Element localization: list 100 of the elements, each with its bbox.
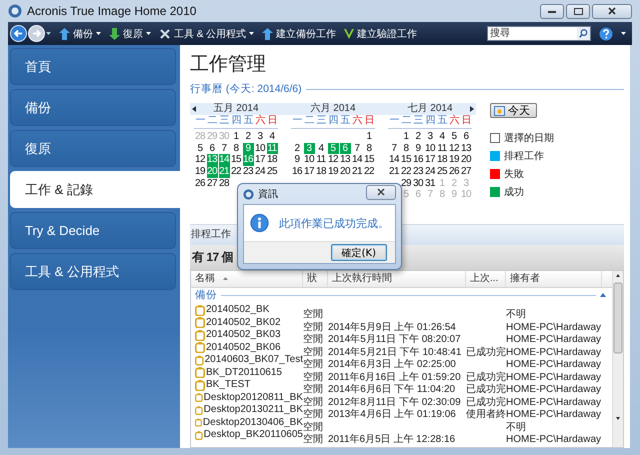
job-name[interactable]: Desktop_BK20110605 [204,429,303,442]
calendar-day[interactable]: 14 [351,154,363,166]
calendar-day[interactable]: 19 [194,166,206,178]
collapse-icon[interactable] [600,293,606,297]
calendar-day[interactable]: 13 [339,154,351,166]
calendar-day[interactable]: 3 [424,131,436,143]
sidebar-item[interactable]: 工具 & 公用程式 [10,253,176,290]
calendar-day[interactable]: 13 [460,142,472,154]
calendar-day[interactable]: 17 [254,154,266,166]
calendar-day[interactable]: 4 [266,131,278,143]
calendar-day[interactable]: 29 [400,178,412,190]
calendar-day[interactable]: 7 [218,142,230,154]
calendar-day[interactable]: 15 [363,154,375,166]
calendar-day[interactable]: 6 [460,131,472,143]
calendar-day[interactable]: 25 [266,166,278,178]
calendar-day[interactable]: 1 [400,131,412,143]
job-name[interactable]: Desktop20120811_BK [204,392,303,404]
calendar-day[interactable]: 26 [448,166,460,178]
calendar-day[interactable]: 8 [230,142,242,154]
calendar-day[interactable]: 12 [327,154,339,166]
job-name[interactable]: 20140502_BK03 [206,329,281,342]
calendar-day[interactable]: 10 [254,142,266,154]
column-header[interactable]: 名稱 [191,271,303,287]
calendar-day[interactable]: 24 [424,166,436,178]
calendar-day[interactable]: 18 [266,154,278,166]
calendar-day[interactable]: 9 [291,154,303,166]
job-name[interactable]: Desktop20130211_BK [204,404,303,416]
tab[interactable]: 排程工作 [190,225,232,245]
job-name[interactable]: 20140502_BK02 [206,316,281,329]
calendar-day[interactable]: 26 [194,178,206,190]
calendar-day[interactable]: 2 [242,131,254,143]
job-name[interactable]: 20140502_BK [206,304,270,316]
column-header[interactable]: 擁有者 [506,271,602,287]
calendar-day[interactable]: 23 [242,166,254,178]
calendar-day[interactable]: 5 [448,131,460,143]
caret-icon[interactable] [621,32,626,35]
calendar-day[interactable]: 23 [412,166,424,178]
calendar-day[interactable]: 10 [303,154,315,166]
calendar-day[interactable]: 7 [351,142,363,154]
calendar-day[interactable]: 10 [424,142,436,154]
forward-button[interactable] [28,25,45,42]
toolbar-button[interactable]: 建立驗證工作 [344,26,418,40]
calendar-day[interactable]: 18 [436,154,448,166]
calendar-day[interactable]: 9 [412,142,424,154]
calendar-day[interactable]: 11 [315,154,327,166]
calendar-day[interactable]: 27 [460,166,472,178]
calendar-day[interactable]: 22 [363,166,375,178]
dropdown-arrow-icon[interactable] [46,32,51,35]
calendar-day[interactable]: 15 [400,154,412,166]
close-button[interactable] [366,184,396,200]
calendar-day[interactable]: 5 [194,142,206,154]
close-button[interactable] [592,4,632,18]
previous-arrow-icon[interactable] [192,106,196,112]
calendar-day[interactable]: 12 [194,154,206,166]
calendar-day[interactable]: 3 [254,131,266,143]
today-button[interactable]: 今天 [490,103,537,118]
calendar-day[interactable]: 20 [339,166,351,178]
calendar-day[interactable]: 19 [327,166,339,178]
calendar-day[interactable]: 16 [412,154,424,166]
calendar-day[interactable]: 20 [460,154,472,166]
job-name[interactable]: 20140603_BK07_Test [204,354,303,366]
sidebar-item[interactable]: Try & Decide [10,212,176,249]
back-button[interactable] [10,25,27,42]
calendar-day[interactable]: 22 [230,166,242,178]
column-header[interactable]: 上次執行時間 [328,271,466,287]
help-icon[interactable] [599,26,613,40]
calendar-day[interactable]: 28 [218,178,230,190]
calendar-day[interactable]: 14 [388,154,400,166]
calendar-day[interactable]: 15 [230,154,242,166]
calendar-day[interactable]: 24 [254,166,266,178]
next-arrow-icon[interactable] [470,106,474,112]
menu-button[interactable]: 復原 [109,26,151,40]
calendar-day[interactable]: 1 [230,131,242,143]
calendar-day[interactable]: 18 [315,166,327,178]
calendar-day[interactable]: 4 [315,142,327,154]
menu-button[interactable]: 備份 [59,26,101,40]
job-name[interactable]: BK_DT20110615 [206,366,282,379]
menu-button[interactable]: 工具 & 公用程式 [159,26,254,40]
calendar-day[interactable]: 6 [206,142,218,154]
maximize-button[interactable] [566,4,590,18]
scrollbar[interactable] [612,271,623,447]
job-name[interactable]: 20140502_BK06 [206,342,281,354]
toolbar-button[interactable]: 建立備份工作 [262,26,336,40]
calendar-day[interactable]: 17 [303,166,315,178]
calendar-day[interactable]: 11 [436,142,448,154]
calendar-day[interactable]: 8 [363,142,375,154]
column-header[interactable]: 上次... [466,271,506,287]
calendar-day[interactable]: 4 [436,131,448,143]
calendar-day[interactable]: 1 [363,131,375,143]
sidebar-item[interactable]: 備份 [10,89,176,126]
calendar-day[interactable]: 7 [388,142,400,154]
job-name[interactable]: BK_TEST [206,379,250,392]
calendar-day[interactable]: 22 [400,166,412,178]
calendar-day[interactable]: 25 [436,166,448,178]
column-header[interactable]: 狀 [303,271,328,287]
calendar-day[interactable]: 17 [424,154,436,166]
calendar-day[interactable]: 8 [400,142,412,154]
sidebar-item[interactable]: 首頁 [10,48,176,85]
calendar-day[interactable]: 30 [412,178,424,190]
calendar-day[interactable]: 19 [448,154,460,166]
